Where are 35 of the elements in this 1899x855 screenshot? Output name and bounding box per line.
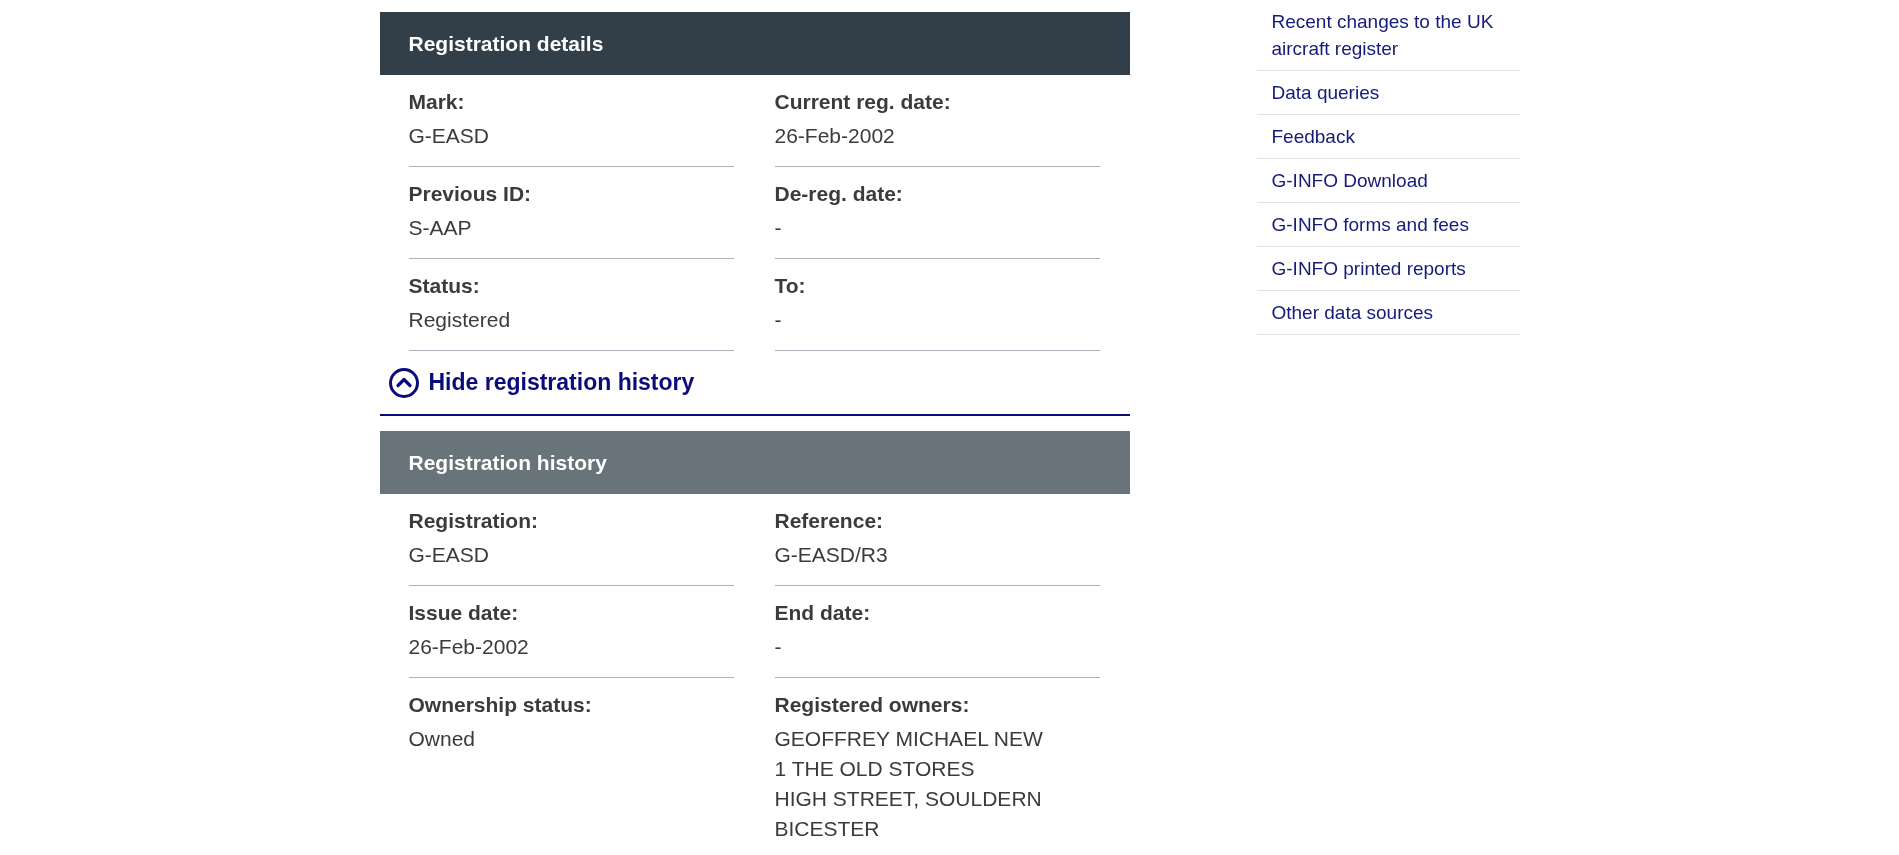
field-value: S-AAP <box>408 215 473 241</box>
field-value: G-EASD <box>408 542 490 568</box>
field-label: Ownership status: <box>408 692 593 718</box>
field-value: G-EASD <box>408 123 490 149</box>
field-value: Registered <box>408 307 512 333</box>
field-value: G-EASD/R3 <box>774 542 889 568</box>
section-header: Registration history <box>379 431 1130 494</box>
field-value: - <box>774 215 783 241</box>
sidebar-link[interactable]: G-INFO printed reports <box>1256 247 1520 291</box>
field-label: De-reg. date: <box>774 181 904 207</box>
address-text: GEOFFREY MICHAEL NEW 1 THE OLD STORES HIGH STREET, SOULDERN BICESTER <box>774 726 1044 842</box>
chevron-up-circle-icon <box>388 367 419 398</box>
field-label: Registered owners: <box>774 692 971 718</box>
section-header: Registration details <box>379 12 1130 75</box>
field-label: Registration: <box>408 508 539 534</box>
field-value: - <box>774 634 783 660</box>
field-label: Reference: <box>774 508 885 534</box>
sidebar-link[interactable]: G-INFO Download <box>1256 159 1520 203</box>
field-label: End date: <box>774 600 872 626</box>
field-value: - <box>774 307 783 333</box>
field-value: 26-Feb-2002 <box>408 634 530 660</box>
sidebar-link[interactable]: G-INFO forms and fees <box>1256 203 1520 247</box>
field-label: Previous ID: <box>408 181 533 207</box>
field-label: Mark: <box>408 89 466 115</box>
field-value: 26-Feb-2002 <box>774 123 896 149</box>
sidebar-link[interactable]: Data queries <box>1256 71 1520 115</box>
field-label: Current reg. date: <box>774 89 952 115</box>
field-value: Owned <box>408 726 477 752</box>
sidebar-link[interactable]: Feedback <box>1256 115 1520 159</box>
field-label: Issue date: <box>408 600 520 626</box>
toggle-history-link[interactable]: Hide registration history <box>388 367 695 398</box>
field-label: Status: <box>408 273 481 299</box>
sidebar-link[interactable]: Other data sources <box>1256 291 1520 335</box>
sidebar-link[interactable]: Recent changes to the UK aircraft register <box>1256 0 1520 71</box>
field-label: To: <box>774 273 807 299</box>
